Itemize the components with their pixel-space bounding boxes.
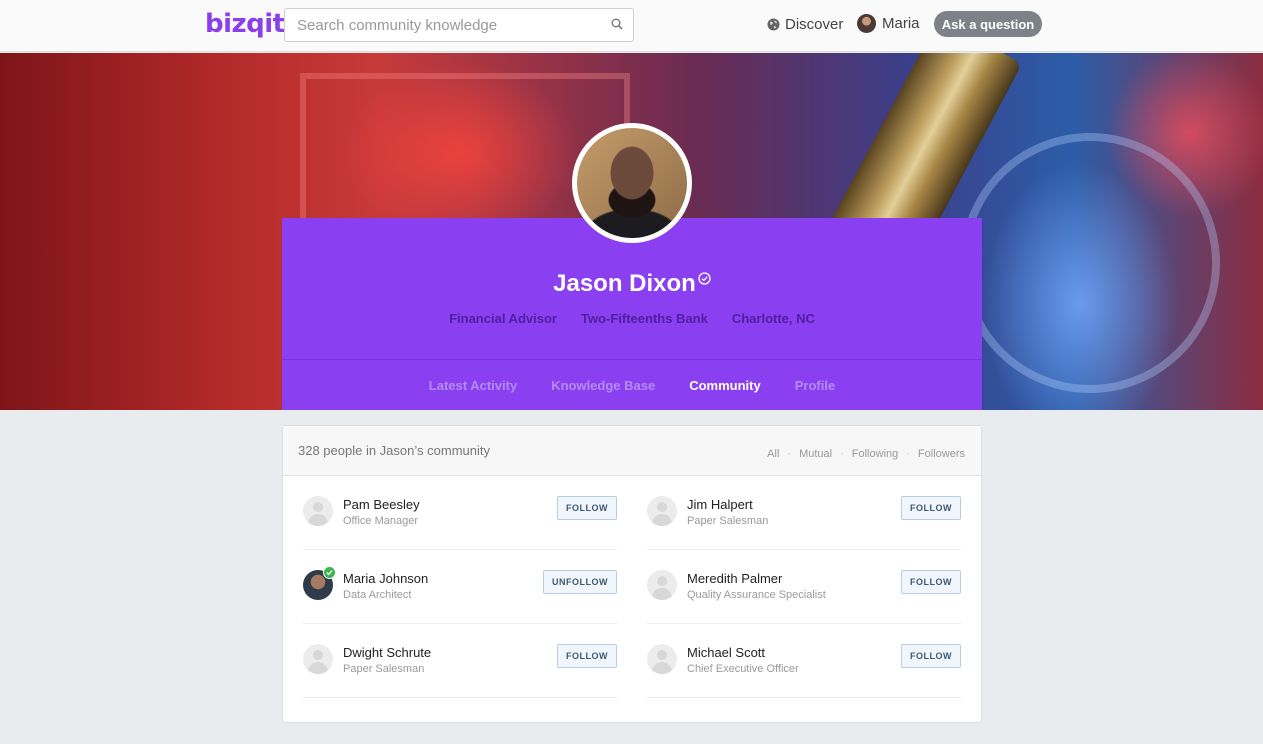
person-card: Dwight Schrute Paper Salesman FOLLOW (303, 624, 617, 698)
person-name[interactable]: Maria Johnson (343, 571, 428, 586)
search-box (284, 8, 634, 42)
profile-company: Two-Fifteenths Bank (580, 311, 708, 326)
avatar[interactable] (303, 644, 333, 674)
person-card: Maria Johnson Data Architect UNFOLLOW (303, 550, 617, 624)
community-count: 328 people in Jason’s community (298, 443, 490, 458)
ask-question-button[interactable]: Ask a question (934, 11, 1042, 37)
community-filters: All · Mutual · Following · Followers (767, 448, 965, 460)
avatar[interactable] (647, 644, 677, 674)
follow-button[interactable]: FOLLOW (901, 496, 961, 520)
person-name[interactable]: Michael Scott (687, 645, 765, 660)
filter-separator: · (840, 448, 844, 460)
person-title: Data Architect (343, 589, 412, 601)
person-name[interactable]: Jim Halpert (687, 497, 753, 512)
check-icon (323, 566, 336, 579)
person-card: Michael Scott Chief Executive Officer FO… (647, 624, 961, 698)
person-title: Chief Executive Officer (687, 663, 799, 675)
person-card: Jim Halpert Paper Salesman FOLLOW (647, 476, 961, 550)
person-title: Paper Salesman (687, 515, 769, 527)
profile-photo-image (577, 128, 687, 238)
person-title: Paper Salesman (343, 663, 425, 675)
cover-glass-shape (960, 133, 1220, 393)
search-input[interactable] (285, 9, 595, 41)
person-title: Office Manager (343, 515, 419, 527)
filter-followers[interactable]: Followers (918, 448, 965, 460)
follow-button[interactable]: FOLLOW (557, 496, 617, 520)
verified-icon (698, 272, 711, 285)
community-panel-header: 328 people in Jason’s community All · Mu… (283, 426, 981, 476)
profile-meta: Financial Advisor Two-Fifteenths Bank Ch… (282, 311, 982, 326)
profile-header-card: Jason Dixon Financial Advisor Two-Fiftee… (282, 218, 982, 410)
avatar[interactable] (647, 570, 677, 600)
tab-profile[interactable]: Profile (795, 378, 835, 393)
filter-separator: · (787, 448, 792, 460)
community-panel: 328 people in Jason’s community All · Mu… (282, 425, 982, 723)
follow-button[interactable]: FOLLOW (557, 644, 617, 668)
avatar[interactable] (303, 496, 333, 526)
bizqit-logo[interactable]: bizqit (205, 9, 285, 39)
search-icon[interactable] (610, 17, 624, 31)
globe-icon (767, 18, 780, 31)
person-name[interactable]: Pam Beesley (343, 497, 420, 512)
avatar (857, 14, 876, 33)
follow-button[interactable]: FOLLOW (901, 644, 961, 668)
unfollow-button[interactable]: UNFOLLOW (543, 570, 617, 594)
follow-button[interactable]: FOLLOW (901, 570, 961, 594)
user-menu[interactable]: Maria (857, 14, 920, 33)
top-navbar: bizqit Discover Maria Ask a question (0, 0, 1263, 52)
filter-following[interactable]: Following (852, 448, 898, 460)
profile-name-text: Jason Dixon (553, 270, 696, 297)
person-title: Quality Assurance Specialist (687, 589, 826, 601)
tab-knowledge-base[interactable]: Knowledge Base (551, 378, 655, 393)
profile-avatar (572, 123, 692, 243)
person-card: Meredith Palmer Quality Assurance Specia… (647, 550, 961, 624)
profile-name: Jason Dixon (282, 270, 982, 298)
avatar[interactable] (647, 496, 677, 526)
person-card: Pam Beesley Office Manager FOLLOW (303, 476, 617, 550)
filter-all[interactable]: All (767, 448, 779, 460)
person-name[interactable]: Meredith Palmer (687, 571, 782, 586)
discover-label: Discover (785, 16, 844, 33)
profile-location: Charlotte, NC (731, 311, 815, 326)
tab-latest-activity[interactable]: Latest Activity (429, 378, 517, 393)
tab-community[interactable]: Community (689, 378, 761, 393)
profile-tabs: Latest Activity Knowledge Base Community… (282, 359, 982, 410)
person-name[interactable]: Dwight Schrute (343, 645, 431, 660)
filter-separator: · (906, 448, 910, 460)
filter-mutual[interactable]: Mutual (799, 448, 832, 460)
user-name: Maria (882, 15, 920, 32)
discover-link[interactable]: Discover (767, 16, 843, 33)
profile-job-title: Financial Advisor (449, 311, 557, 326)
